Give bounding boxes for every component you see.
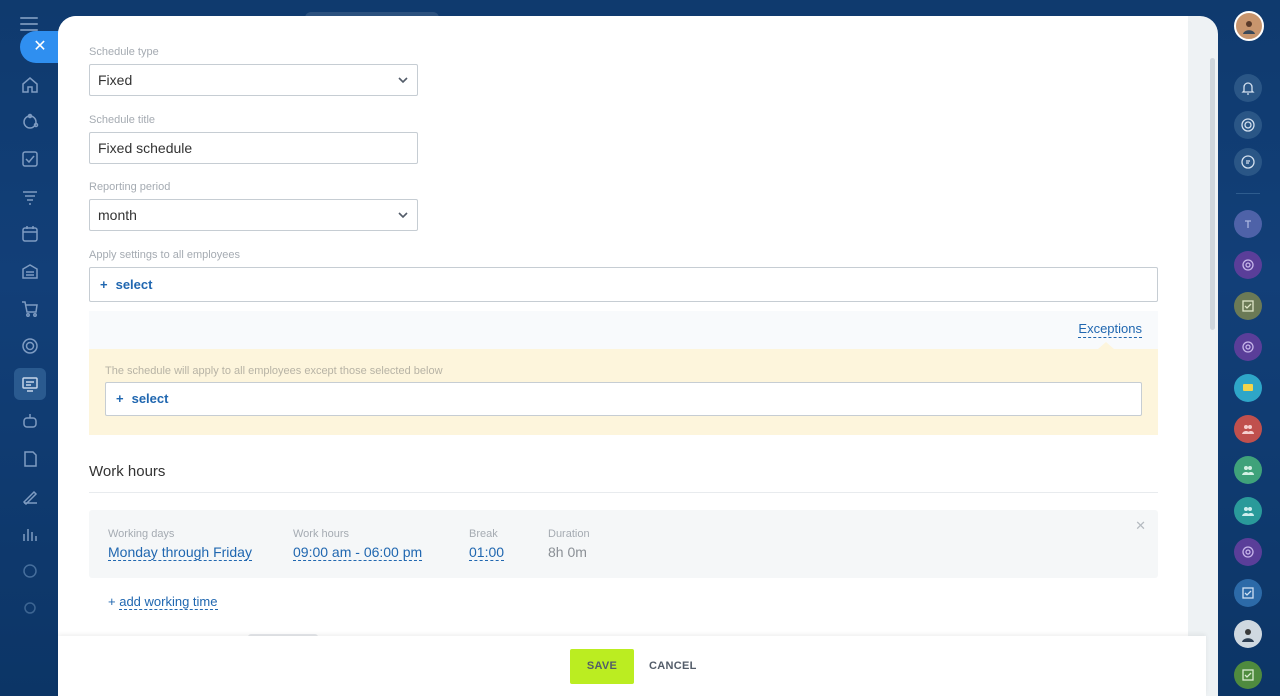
- divider: [1236, 193, 1260, 194]
- schedule-title-input[interactable]: Fixed schedule: [89, 132, 418, 164]
- task-chat-icon[interactable]: [1234, 579, 1262, 607]
- user-avatar[interactable]: [1234, 11, 1264, 41]
- filter-icon[interactable]: [14, 181, 46, 213]
- plus-icon: +: [100, 277, 108, 292]
- chevron-down-icon: [398, 212, 408, 219]
- robot-icon[interactable]: [14, 405, 46, 437]
- apply-settings-label: Apply settings to all employees: [89, 249, 241, 261]
- exceptions-select-label: select: [131, 391, 169, 406]
- working-days-label: Working days: [108, 528, 175, 540]
- cancel-button[interactable]: CANCEL: [649, 649, 697, 684]
- schedule-form: Schedule type Fixed Schedule title Fixed…: [58, 16, 1188, 696]
- schedule-title-value: Fixed schedule: [98, 140, 193, 156]
- chevron-down-icon: [398, 77, 408, 84]
- openline-chat-icon[interactable]: [1234, 538, 1262, 566]
- schedule-slider-panel: Schedule type Fixed Schedule title Fixed…: [58, 16, 1218, 696]
- remove-row-icon[interactable]: ✕: [1135, 518, 1146, 534]
- contact-avatar[interactable]: [1234, 620, 1262, 648]
- reporting-period-value: month: [98, 207, 137, 223]
- openlines-icon[interactable]: [1234, 111, 1262, 139]
- apply-settings-select-label: select: [115, 277, 153, 292]
- working-time-row: Working days Monday through Friday Work …: [89, 510, 1158, 578]
- break-label: Break: [469, 528, 498, 540]
- group-chat-icon[interactable]: [1234, 456, 1262, 484]
- work-hours-title: Work hours: [89, 463, 166, 480]
- duration-label: Duration: [548, 528, 590, 540]
- scrollbar[interactable]: [1210, 58, 1215, 330]
- analytics-icon[interactable]: [14, 518, 46, 550]
- save-button[interactable]: SAVE: [570, 649, 634, 684]
- notifications-icon[interactable]: [1234, 74, 1262, 102]
- schedule-type-select[interactable]: Fixed: [89, 64, 418, 96]
- more-icon[interactable]: [14, 592, 46, 624]
- openline-chat-icon[interactable]: [1234, 333, 1262, 361]
- task-chat-icon[interactable]: [1234, 661, 1262, 689]
- exceptions-link[interactable]: Exceptions: [1078, 321, 1142, 338]
- duration-column: Duration 8h 0m: [548, 528, 590, 562]
- crm-icon[interactable]: [14, 106, 46, 138]
- reporting-period-select[interactable]: month: [89, 199, 418, 231]
- group-chat-icon[interactable]: [1234, 497, 1262, 525]
- home-icon[interactable]: [14, 69, 46, 101]
- contact-avatar-t[interactable]: [1234, 210, 1262, 238]
- document-icon[interactable]: [14, 443, 46, 475]
- add-working-time-label: add working time: [119, 594, 218, 610]
- openline-chat-icon[interactable]: [1234, 251, 1262, 279]
- working-days-column: Working days Monday through Friday: [108, 528, 252, 562]
- add-working-time-link[interactable]: + add working time: [108, 594, 218, 610]
- exceptions-block: Exceptions The schedule will apply to al…: [89, 311, 1158, 435]
- divider: [89, 492, 1158, 493]
- close-slider-button[interactable]: ✕: [20, 31, 60, 63]
- exceptions-pointer: [1098, 342, 1114, 349]
- schedule-title-label: Schedule title: [89, 114, 156, 126]
- work-hours-value[interactable]: 09:00 am - 06:00 pm: [293, 544, 423, 561]
- task-chat-icon[interactable]: [1234, 292, 1262, 320]
- settings-icon[interactable]: [14, 555, 46, 587]
- apply-settings-select[interactable]: + select: [89, 267, 1158, 302]
- plus-icon: +: [116, 391, 124, 406]
- tasks-icon[interactable]: [14, 143, 46, 175]
- break-column: Break 01:00: [469, 528, 505, 562]
- working-days-value[interactable]: Monday through Friday: [108, 544, 252, 561]
- left-navigation: [0, 0, 58, 696]
- right-sidebar: [1218, 0, 1280, 696]
- inventory-icon[interactable]: [14, 255, 46, 287]
- schedule-type-label: Schedule type: [89, 46, 159, 58]
- work-hours-label: Work hours: [293, 528, 350, 540]
- timeman-icon[interactable]: [14, 368, 46, 400]
- target-icon[interactable]: [14, 330, 46, 362]
- general-chat-icon[interactable]: [1234, 374, 1262, 402]
- calendar-icon[interactable]: [14, 218, 46, 250]
- cart-icon[interactable]: [14, 293, 46, 325]
- duration-value: 8h 0m: [548, 544, 587, 560]
- schedule-type-value: Fixed: [98, 72, 133, 88]
- work-hours-column: Work hours 09:00 am - 06:00 pm: [293, 528, 423, 562]
- exceptions-note: The schedule will apply to all employees…: [105, 365, 443, 377]
- exceptions-select[interactable]: + select: [105, 382, 1142, 416]
- group-chat-icon[interactable]: [1234, 415, 1262, 443]
- search-chat-icon[interactable]: [1234, 148, 1262, 176]
- plus-icon: +: [108, 594, 120, 609]
- sign-icon[interactable]: [14, 480, 46, 512]
- break-value[interactable]: 01:00: [469, 544, 505, 561]
- exceptions-panel: The schedule will apply to all employees…: [89, 349, 1158, 435]
- form-footer: SAVE CANCEL: [58, 636, 1206, 696]
- reporting-period-label: Reporting period: [89, 181, 171, 193]
- menu-icon[interactable]: [20, 17, 38, 31]
